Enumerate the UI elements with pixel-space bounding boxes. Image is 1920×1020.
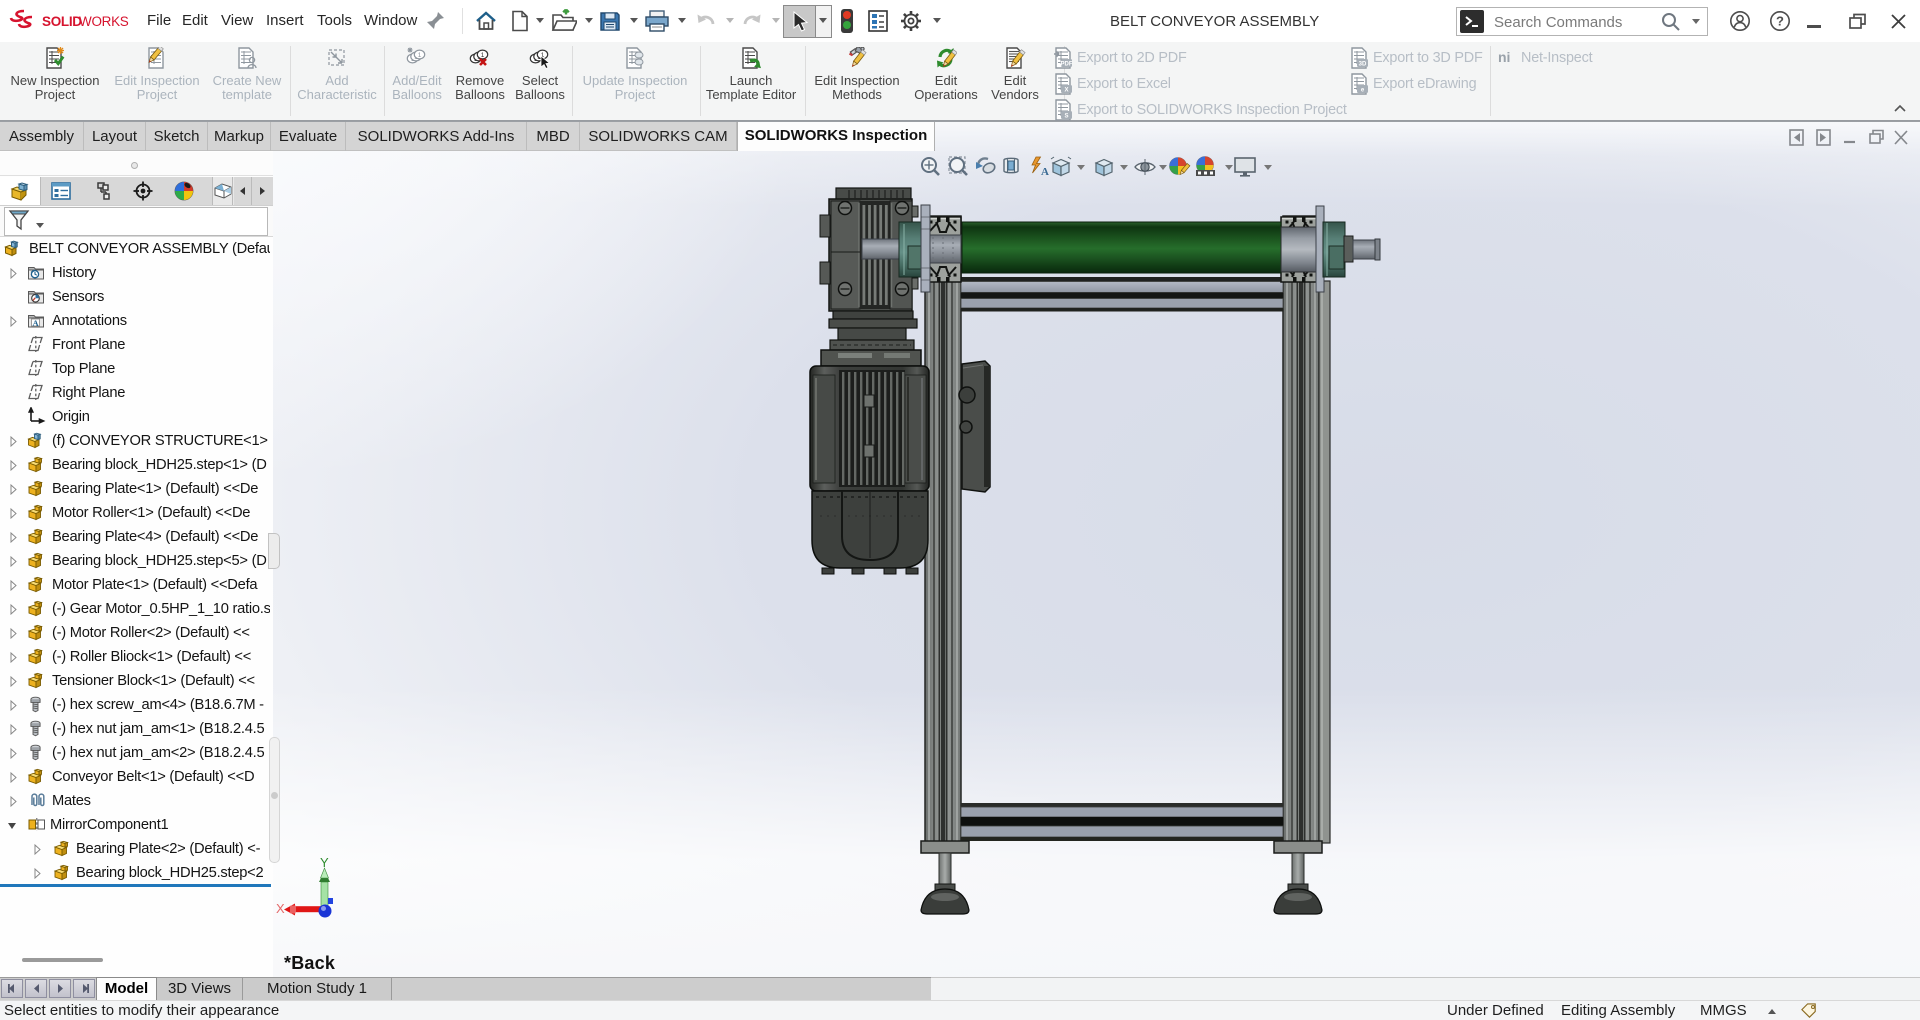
svg-text:X: X xyxy=(276,901,285,916)
